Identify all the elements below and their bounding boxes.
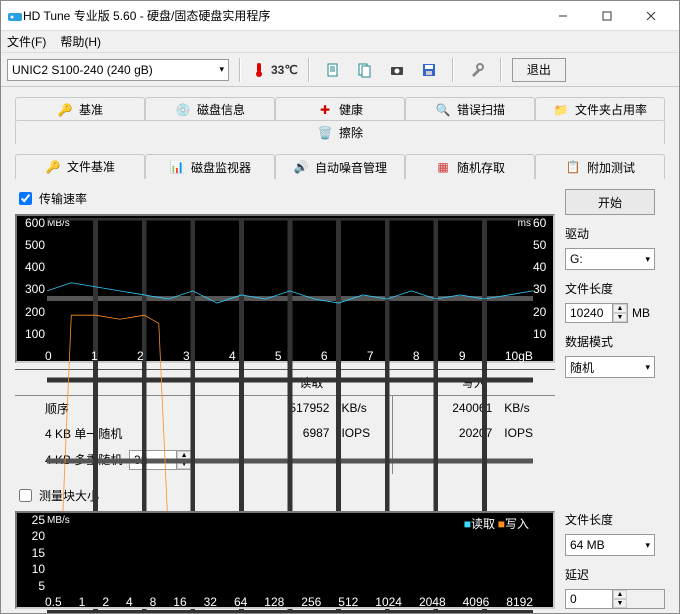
transfer-rate-checkbox[interactable]: 传输速率	[15, 189, 555, 208]
maximize-button[interactable]	[585, 2, 629, 30]
copy-text-button[interactable]	[320, 58, 346, 82]
temperature: 33℃	[251, 62, 298, 78]
transfer-rate-check[interactable]	[19, 192, 32, 205]
folder-icon: 📁	[553, 102, 569, 118]
wrench-icon	[469, 62, 485, 78]
transfer-rate-chart: 600500400300200100 605040302010 MB/s ms	[15, 214, 555, 363]
app-window: HD Tune 专业版 5.60 - 硬盘/固态硬盘实用程序 文件(F) 帮助(…	[0, 0, 680, 614]
delay-spinner[interactable]: ▲▼	[565, 589, 665, 609]
drive-select-value: UNIC2 S100-240 (240 gB)	[12, 63, 153, 77]
save-button[interactable]	[416, 58, 442, 82]
separator	[452, 58, 454, 82]
settings-button[interactable]	[464, 58, 490, 82]
drive-select[interactable]: UNIC2 S100-240 (240 gB) ▾	[7, 59, 229, 81]
minimize-button[interactable]	[541, 2, 585, 30]
block-size-chart: 252015105 MB/s ■读取 ■写入 0.512481632641282…	[15, 511, 555, 609]
window-title: HD Tune 专业版 5.60 - 硬盘/固态硬盘实用程序	[23, 7, 541, 24]
tabs-row1: 🔑基准 💿磁盘信息 ✚健康 🔍错误扫描 📁文件夹占用率 🗑️擦除	[15, 93, 665, 144]
toolbar: UNIC2 S100-240 (240 gB) ▾ 33℃ 退出	[1, 53, 679, 87]
content: 传输速率 600500400300200100 605040302010 MB/…	[1, 179, 679, 613]
filelen-spinner[interactable]: ▲▼	[565, 303, 628, 323]
chevron-down-icon: ▾	[645, 540, 650, 551]
drive-combo[interactable]: G:▾	[565, 248, 655, 270]
screenshot-button[interactable]	[384, 58, 410, 82]
menu-file[interactable]: 文件(F)	[7, 33, 46, 50]
tab-health[interactable]: ✚健康	[275, 97, 405, 121]
trash-icon: 🗑️	[317, 125, 333, 141]
tab-aam[interactable]: 🔊自动噪音管理	[275, 154, 405, 179]
disk-icon: 💿	[175, 102, 191, 118]
right-column: 开始 驱动 G:▾ 文件长度 ▲▼ MB 数据模式 随机▾ 文件长度 64 MB…	[565, 189, 665, 609]
exit-button[interactable]: 退出	[512, 58, 566, 82]
copy-info-icon	[357, 62, 373, 78]
delay-label: 延迟	[565, 566, 665, 583]
start-button[interactable]: 开始	[565, 189, 655, 215]
spin-up[interactable]: ▲	[613, 304, 627, 313]
copy-text-icon	[325, 62, 341, 78]
drive-label: 驱动	[565, 225, 665, 242]
chart2-y-axis: 252015105	[19, 513, 45, 595]
tab-folder-usage[interactable]: 📁文件夹占用率	[535, 97, 665, 121]
random-icon: ▦	[435, 159, 451, 175]
chart1-y-axis: 600500400300200100	[19, 216, 45, 349]
floppy-icon	[421, 62, 437, 78]
tab-disk-monitor[interactable]: 📊磁盘监视器	[145, 154, 275, 179]
spin-down[interactable]: ▼	[613, 599, 627, 608]
camera-icon	[389, 62, 405, 78]
copy-info-button[interactable]	[352, 58, 378, 82]
dial-icon: 🔑	[57, 102, 73, 118]
separator	[500, 58, 502, 82]
tab-benchmark[interactable]: 🔑基准	[15, 97, 145, 121]
tab-random-access[interactable]: ▦随机存取	[405, 154, 535, 179]
spin-down[interactable]: ▼	[613, 313, 627, 322]
left-column: 传输速率 600500400300200100 605040302010 MB/…	[15, 189, 555, 609]
temperature-value: 33℃	[271, 63, 298, 77]
chart2-x-axis: 0.512481632641282565121024204840968192	[45, 595, 533, 607]
filelen2-combo[interactable]: 64 MB▾	[565, 534, 655, 556]
tab-erase[interactable]: 🗑️擦除	[15, 120, 665, 144]
tab-info[interactable]: 💿磁盘信息	[145, 97, 275, 121]
chevron-down-icon: ▾	[219, 64, 224, 75]
block-size-check[interactable]	[19, 489, 32, 502]
separator	[308, 58, 310, 82]
tab-file-benchmark[interactable]: 🔑文件基准	[15, 154, 145, 179]
filelen-input[interactable]	[566, 304, 612, 322]
menu-help[interactable]: 帮助(H)	[60, 33, 101, 50]
chart1-x-axis: 012345678910gB	[45, 349, 533, 361]
app-icon	[7, 8, 23, 24]
chevron-down-icon: ▾	[645, 362, 650, 373]
search-icon: 🔍	[435, 102, 451, 118]
delay-input[interactable]	[566, 590, 612, 608]
extra-icon: 📋	[565, 159, 581, 175]
datamode-combo[interactable]: 随机▾	[565, 356, 655, 378]
file-bench-icon: 🔑	[45, 159, 61, 175]
speaker-icon: 🔊	[293, 159, 309, 175]
filelen-label: 文件长度	[565, 280, 665, 297]
health-icon: ✚	[317, 102, 333, 118]
separator	[239, 58, 241, 82]
monitor-icon: 📊	[169, 159, 185, 175]
menubar: 文件(F) 帮助(H)	[1, 31, 679, 53]
chevron-down-icon: ▾	[645, 254, 650, 265]
thermometer-icon	[251, 62, 267, 78]
spin-up[interactable]: ▲	[613, 590, 627, 599]
tab-errorscan[interactable]: 🔍错误扫描	[405, 97, 535, 121]
tabs-row2: 🔑文件基准 📊磁盘监视器 🔊自动噪音管理 ▦随机存取 📋附加测试	[15, 150, 665, 179]
chart1-y2-axis: 605040302010	[533, 216, 551, 349]
filelen2-label: 文件长度	[565, 511, 665, 528]
tab-extra-tests[interactable]: 📋附加测试	[535, 154, 665, 179]
titlebar: HD Tune 专业版 5.60 - 硬盘/固态硬盘实用程序	[1, 1, 679, 31]
close-button[interactable]	[629, 2, 673, 30]
datamode-label: 数据模式	[565, 333, 665, 350]
